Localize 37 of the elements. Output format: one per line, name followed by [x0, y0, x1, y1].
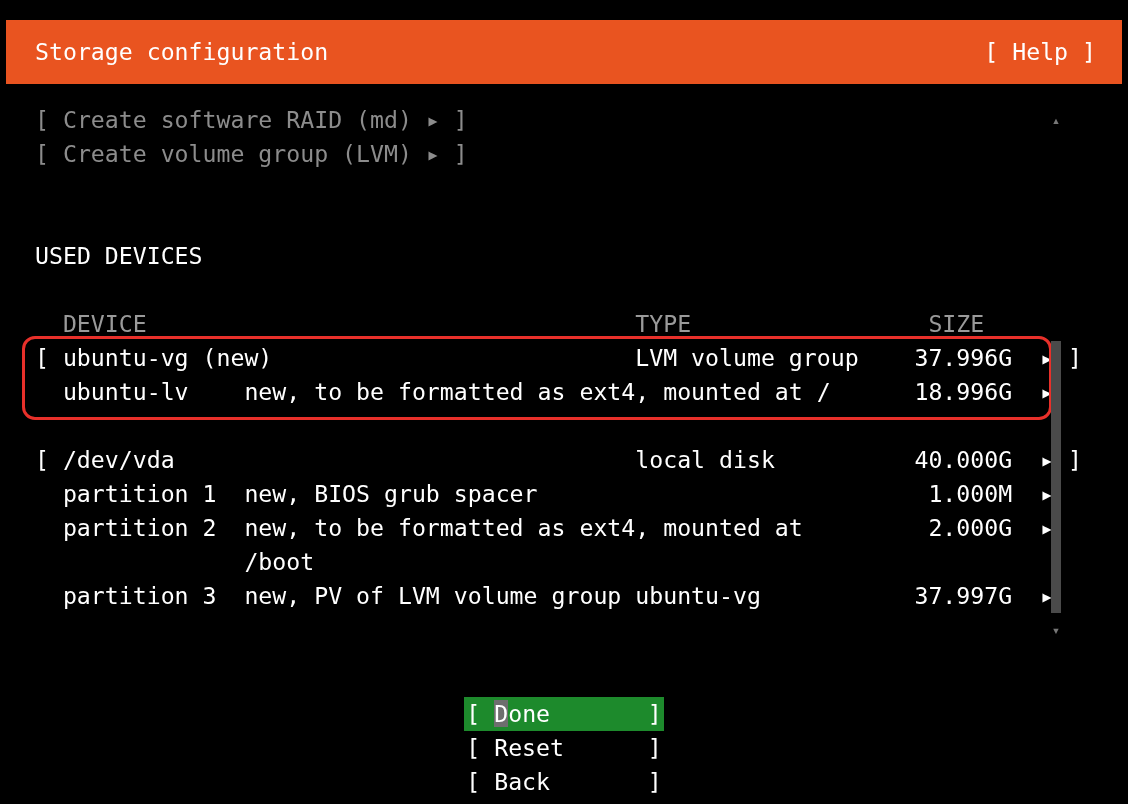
open-bracket: [ [35, 445, 49, 475]
action-button[interactable]: [ Reset ] [464, 731, 664, 765]
partition-name[interactable]: ubuntu-lv [62, 375, 189, 409]
partition-name[interactable]: partition 3 [62, 579, 217, 613]
submenu-arrow[interactable]: ▸ [1040, 443, 1055, 477]
partition-description: new, BIOS grub spacer [244, 479, 538, 509]
open-bracket: [ [35, 343, 49, 373]
device-name[interactable]: /dev/vda [62, 443, 175, 477]
column-header: DEVICE [62, 309, 147, 339]
scroll-up-arrow[interactable]: ▴ [1051, 103, 1061, 137]
column-header: TYPE [635, 309, 692, 339]
device-size: 18.996G [914, 377, 1013, 407]
scroll-down-arrow[interactable]: ▾ [1051, 613, 1061, 647]
device-type: LVM volume group [635, 343, 859, 373]
help-button[interactable]: [ Help ] [984, 35, 1096, 69]
partition-description: new, to be formatted as ext4, mounted at / [244, 377, 831, 407]
device-type: local disk [635, 445, 775, 475]
close-bracket: ] [1067, 343, 1082, 373]
column-header: SIZE [927, 309, 985, 339]
partition-name[interactable]: partition 2 [62, 511, 217, 579]
scrollbar-thumb[interactable] [1051, 341, 1061, 613]
action-button[interactable]: [ Done ] [464, 697, 664, 731]
device-size: 40.000G [914, 445, 1013, 475]
device-size: 37.996G [914, 343, 1013, 373]
submenu-arrow[interactable]: ▸ [1040, 511, 1055, 579]
device-size: 1.000M [928, 479, 1013, 509]
submenu-arrow[interactable]: ▸ [1040, 579, 1055, 613]
device-name[interactable]: ubuntu-vg (new) [62, 341, 273, 375]
partition-name[interactable]: partition 1 [62, 477, 217, 511]
device-size: 2.000G [928, 513, 1013, 543]
section-heading: USED DEVICES [35, 241, 203, 271]
partition-description: new, PV of LVM volume group ubuntu-vg [244, 581, 761, 611]
screen-title: Storage configuration [35, 37, 329, 67]
device-size: 37.997G [914, 581, 1013, 611]
close-bracket: ] [1067, 445, 1082, 475]
submenu-arrow[interactable]: ▸ [1040, 477, 1055, 511]
action-button[interactable]: [ Back ] [464, 765, 664, 799]
